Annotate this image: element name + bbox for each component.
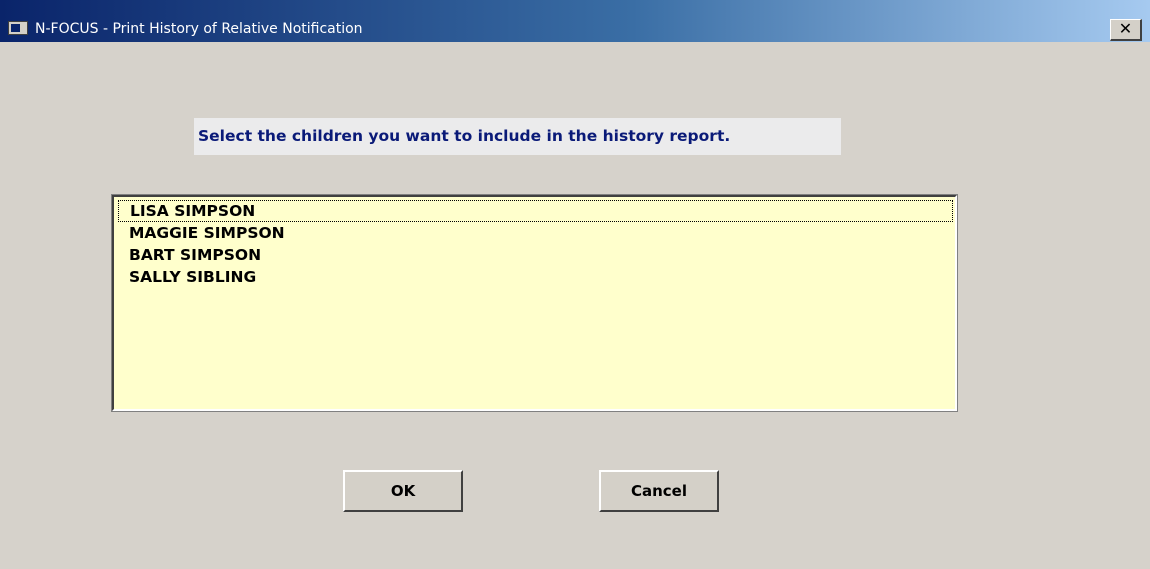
instruction-text: Select the children you want to include … — [194, 118, 841, 155]
cancel-button[interactable]: Cancel — [599, 470, 719, 512]
list-item-lisa-simpson[interactable]: LISA SIMPSON — [118, 200, 953, 222]
title-bar[interactable]: N-FOCUS - Print History of Relative Noti… — [0, 0, 1150, 42]
print-history-dialog: N-FOCUS - Print History of Relative Noti… — [0, 0, 1150, 569]
window-title: N-FOCUS - Print History of Relative Noti… — [35, 21, 363, 37]
list-item-bart-simpson[interactable]: BART SIMPSON — [118, 244, 953, 266]
list-item-sally-sibling[interactable]: SALLY SIBLING — [118, 266, 953, 288]
ok-button[interactable]: OK — [343, 470, 463, 512]
children-listbox[interactable]: LISA SIMPSON MAGGIE SIMPSON BART SIMPSON… — [111, 194, 958, 412]
close-icon: ✕ — [1118, 19, 1133, 38]
window-app-icon[interactable] — [8, 21, 28, 35]
list-item-maggie-simpson[interactable]: MAGGIE SIMPSON — [118, 222, 953, 244]
close-button[interactable]: ✕ — [1110, 19, 1142, 41]
